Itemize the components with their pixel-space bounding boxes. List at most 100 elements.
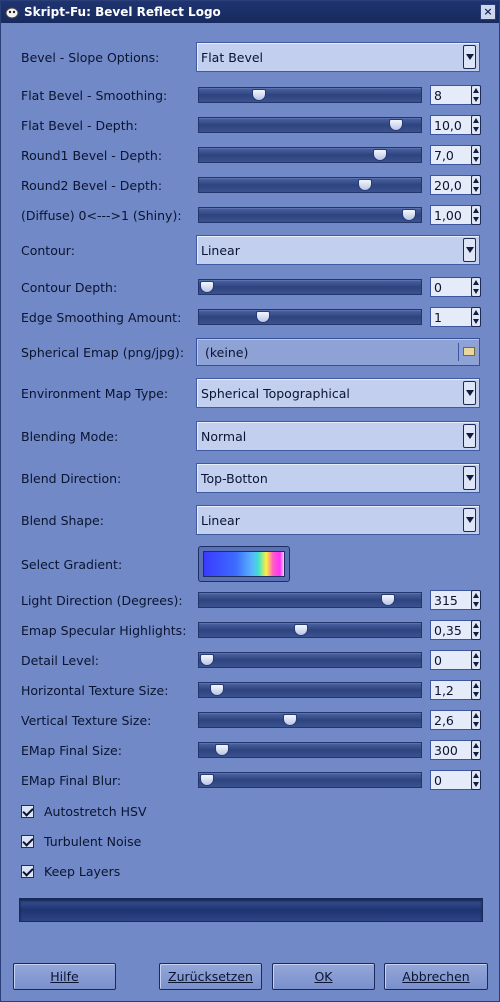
spin-value: 0 — [434, 279, 442, 295]
slider-thumb[interactable] — [214, 744, 229, 756]
slider-thumb[interactable] — [200, 654, 214, 666]
keep-layers-checkbox[interactable] — [21, 864, 34, 878]
combo-value: Normal — [201, 428, 247, 444]
turbulent-noise-label[interactable]: Turbulent Noise — [44, 834, 141, 849]
chevron-down-icon[interactable] — [463, 238, 476, 262]
row-autostretch-hsv[interactable]: Autostretch HSV — [21, 802, 481, 820]
slider-thumb[interactable] — [256, 311, 271, 323]
label-edge-smoothing: Edge Smoothing Amount: — [21, 309, 182, 325]
keep-layers-label[interactable]: Keep Layers — [44, 864, 120, 879]
row-keep-layers[interactable]: Keep Layers — [21, 862, 481, 880]
flat-bevel-smoothing-slider[interactable] — [198, 87, 422, 103]
slider-thumb[interactable] — [389, 119, 404, 131]
spin-arrows-icon[interactable] — [471, 650, 481, 670]
cancel-button[interactable]: Abbrechen — [384, 963, 488, 990]
emap-final-blur-slider[interactable] — [198, 772, 422, 788]
row-emap-specular: Emap Specular Highlights: 0,35 — [21, 620, 481, 640]
blend-shape-combo[interactable]: Linear — [196, 505, 480, 535]
chevron-down-icon[interactable] — [463, 45, 476, 69]
row-diffuse-shiny: (Diffuse) 0<--->1 (Shiny): 1,00 — [21, 205, 481, 225]
combo-value: Top-Botton — [201, 470, 268, 486]
detail-level-slider[interactable] — [198, 652, 422, 668]
spin-arrows-icon[interactable] — [471, 680, 481, 700]
contour-combo[interactable]: Linear — [196, 235, 480, 265]
slider-thumb[interactable] — [283, 714, 298, 726]
combo-value: Linear — [201, 512, 240, 528]
help-button[interactable]: Hilfe — [13, 963, 116, 990]
row-edge-smoothing: Edge Smoothing Amount: 1 — [21, 307, 481, 327]
chevron-down-icon[interactable] — [463, 381, 476, 405]
contour-depth-slider[interactable] — [198, 279, 422, 295]
light-direction-slider[interactable] — [198, 592, 422, 608]
chevron-down-icon[interactable] — [463, 466, 476, 490]
label-contour: Contour: — [21, 242, 75, 258]
spin-arrows-icon[interactable] — [471, 85, 481, 105]
horizontal-texture-size-slider[interactable] — [198, 682, 422, 698]
slider-thumb[interactable] — [380, 594, 395, 606]
spin-arrows-icon[interactable] — [471, 620, 481, 640]
combo-value: Spherical Topographical — [201, 385, 350, 401]
row-emap-final-blur: EMap Final Blur: 0 — [21, 770, 481, 790]
reset-button[interactable]: Zurücksetzen — [159, 963, 262, 990]
folder-icon — [463, 347, 475, 356]
emap-final-size-slider[interactable] — [198, 742, 422, 758]
spin-arrows-icon[interactable] — [471, 590, 481, 610]
slider-thumb[interactable] — [200, 281, 214, 293]
close-icon[interactable]: × — [480, 4, 496, 20]
row-emap-final-size: EMap Final Size: 300 — [21, 740, 481, 760]
spin-value: 0 — [434, 652, 442, 668]
spin-arrows-icon[interactable] — [471, 710, 481, 730]
autostretch-hsv-checkbox[interactable] — [21, 804, 34, 818]
spin-value: 315 — [434, 592, 458, 608]
dialog-window: Skript-Fu: Bevel Reflect Logo × Bevel - … — [0, 0, 500, 1002]
spin-arrows-icon[interactable] — [471, 175, 481, 195]
separator — [458, 343, 459, 361]
spin-value: 10,0 — [434, 117, 462, 133]
slider-thumb[interactable] — [252, 89, 266, 101]
title-bar[interactable]: Skript-Fu: Bevel Reflect Logo × — [1, 1, 499, 23]
spin-arrows-icon[interactable] — [471, 770, 481, 790]
slider-thumb[interactable] — [200, 774, 214, 786]
diffuse-shiny-slider[interactable] — [198, 207, 422, 223]
chevron-down-icon[interactable] — [463, 424, 476, 448]
blend-direction-combo[interactable]: Top-Botton — [196, 463, 480, 493]
ok-button[interactable]: OK — [272, 963, 375, 990]
row-light-direction: Light Direction (Degrees): 315 — [21, 590, 481, 610]
spin-arrows-icon[interactable] — [471, 145, 481, 165]
spin-arrows-icon[interactable] — [471, 205, 481, 225]
ok-button-label: OK — [314, 969, 333, 984]
spin-arrows-icon[interactable] — [471, 115, 481, 135]
label-emap-specular: Emap Specular Highlights: — [21, 622, 187, 638]
chevron-down-icon[interactable] — [463, 508, 476, 532]
round2-bevel-depth-slider[interactable] — [198, 177, 422, 193]
bevel-slope-options-combo[interactable]: Flat Bevel — [196, 42, 480, 72]
vertical-texture-size-slider[interactable] — [198, 712, 422, 728]
autostretch-hsv-label[interactable]: Autostretch HSV — [44, 804, 147, 819]
slider-thumb[interactable] — [293, 624, 308, 636]
row-blending-mode: Blending Mode: Normal — [21, 421, 481, 451]
spherical-emap-file-button[interactable]: (keine) — [196, 338, 480, 366]
slider-thumb[interactable] — [210, 684, 225, 696]
slider-thumb[interactable] — [372, 149, 387, 161]
row-select-gradient: Select Gradient: — [21, 546, 481, 582]
spin-arrows-icon[interactable] — [471, 740, 481, 760]
gradient-select-button[interactable] — [198, 546, 290, 582]
turbulent-noise-checkbox[interactable] — [21, 834, 34, 848]
row-round1-bevel-depth: Round1 Bevel - Depth: 7,0 — [21, 145, 481, 165]
emap-specular-slider[interactable] — [198, 622, 422, 638]
edge-smoothing-slider[interactable] — [198, 309, 422, 325]
spin-value: 0,35 — [434, 622, 462, 638]
window-title: Skript-Fu: Bevel Reflect Logo — [24, 5, 221, 19]
environment-map-type-combo[interactable]: Spherical Topographical — [196, 378, 480, 408]
row-turbulent-noise[interactable]: Turbulent Noise — [21, 832, 481, 850]
spin-arrows-icon[interactable] — [471, 277, 481, 297]
slider-thumb[interactable] — [401, 209, 416, 221]
label-horizontal-texture-size: Horizontal Texture Size: — [21, 682, 169, 698]
spin-arrows-icon[interactable] — [471, 307, 481, 327]
blending-mode-combo[interactable]: Normal — [196, 421, 480, 451]
label-environment-map-type: Environment Map Type: — [21, 385, 169, 401]
row-vertical-texture-size: Vertical Texture Size: 2,6 — [21, 710, 481, 730]
slider-thumb[interactable] — [358, 179, 373, 191]
flat-bevel-depth-slider[interactable] — [198, 117, 422, 133]
round1-bevel-depth-slider[interactable] — [198, 147, 422, 163]
